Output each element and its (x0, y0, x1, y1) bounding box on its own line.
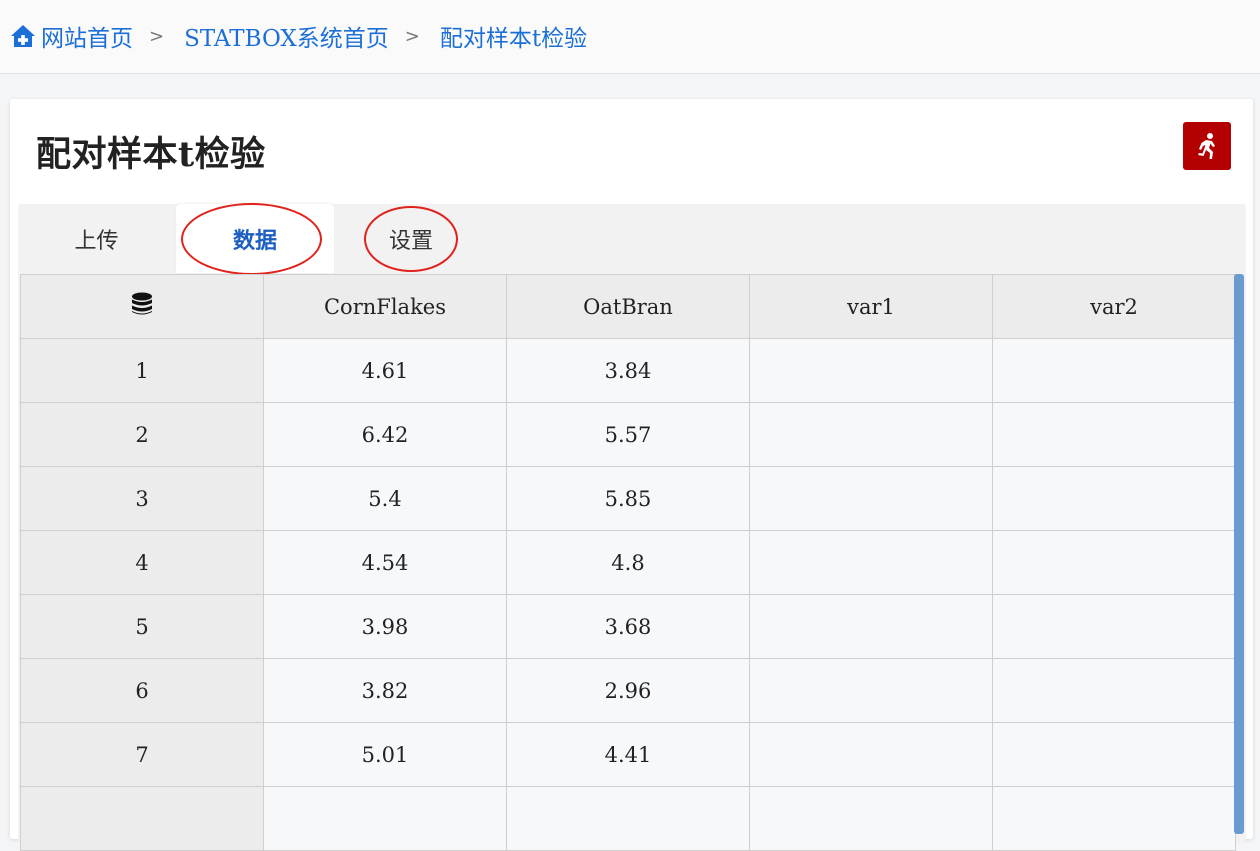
grid-cell[interactable] (506, 786, 750, 851)
table-row: 7 5.01 4.41 (20, 722, 1236, 787)
breadcrumb: 网站首页 > STATBOX系统首页 > 配对样本t检验 (10, 18, 587, 54)
grid-cell[interactable]: 3.84 (506, 338, 750, 403)
breadcrumb-home-link[interactable]: 网站首页 (41, 19, 133, 53)
grid-cell[interactable] (263, 786, 507, 851)
run-button[interactable] (1183, 122, 1231, 170)
grid-cell[interactable]: 2.96 (506, 658, 750, 723)
top-bar: 网站首页 > STATBOX系统首页 > 配对样本t检验 (0, 0, 1260, 74)
grid-cell[interactable] (992, 722, 1236, 787)
grid-cell[interactable] (749, 530, 993, 595)
table-row: 1 4.61 3.84 (20, 338, 1236, 403)
table-row (20, 786, 1236, 851)
row-index[interactable]: 6 (20, 658, 264, 723)
table-row: 3 5.4 5.85 (20, 466, 1236, 531)
breadcrumb-statbox-link[interactable]: STATBOX系统首页 (184, 19, 389, 53)
grid-cell[interactable]: 3.82 (263, 658, 507, 723)
running-man-icon (1198, 133, 1215, 159)
breadcrumb-separator: > (404, 25, 420, 47)
grid-cell[interactable] (992, 658, 1236, 723)
row-index[interactable]: 1 (20, 338, 264, 403)
grid-cell[interactable] (749, 722, 993, 787)
table-row: 4 4.54 4.8 (20, 530, 1236, 595)
grid-cell[interactable] (749, 466, 993, 531)
grid-cell[interactable] (992, 338, 1236, 403)
grid-cell[interactable]: 5.4 (263, 466, 507, 531)
data-grid: CornFlakes OatBran var1 var2 1 4.61 3.84… (20, 274, 1236, 851)
row-index[interactable]: 3 (20, 466, 264, 531)
breadcrumb-current-link[interactable]: 配对样本t检验 (440, 19, 587, 53)
column-header[interactable]: var1 (749, 274, 993, 339)
tab-settings[interactable]: 设置 (336, 204, 486, 273)
grid-cell[interactable]: 5.85 (506, 466, 750, 531)
grid-cell[interactable] (749, 402, 993, 467)
row-index[interactable]: 2 (20, 402, 264, 467)
tab-upload[interactable]: 上传 (18, 204, 175, 273)
grid-cell[interactable]: 4.41 (506, 722, 750, 787)
grid-cell[interactable]: 4.61 (263, 338, 507, 403)
row-index[interactable]: 4 (20, 530, 264, 595)
table-row: 2 6.42 5.57 (20, 402, 1236, 467)
breadcrumb-separator: > (149, 25, 165, 47)
column-header[interactable]: CornFlakes (263, 274, 507, 339)
vertical-scrollbar[interactable] (1234, 274, 1244, 834)
column-header[interactable]: OatBran (506, 274, 750, 339)
grid-cell[interactable] (749, 338, 993, 403)
grid-cell[interactable] (749, 658, 993, 723)
tab-data[interactable]: 数据 (176, 204, 334, 273)
table-row: 5 3.98 3.68 (20, 594, 1236, 659)
grid-cell[interactable]: 6.42 (263, 402, 507, 467)
table-row: 6 3.82 2.96 (20, 658, 1236, 723)
grid-cell[interactable]: 4.54 (263, 530, 507, 595)
grid-index-header (20, 274, 264, 339)
grid-cell[interactable]: 5.57 (506, 402, 750, 467)
tab-bar: 上传 数据 设置 (18, 204, 1246, 273)
grid-cell[interactable] (992, 530, 1236, 595)
grid-cell[interactable]: 5.01 (263, 722, 507, 787)
row-index[interactable] (20, 786, 264, 851)
grid-header-row: CornFlakes OatBran var1 var2 (20, 274, 1236, 339)
grid-cell[interactable] (992, 402, 1236, 467)
grid-cell[interactable]: 4.8 (506, 530, 750, 595)
database-icon (132, 292, 152, 315)
grid-cell[interactable] (992, 594, 1236, 659)
home-icon[interactable] (10, 24, 36, 48)
row-index[interactable]: 5 (20, 594, 264, 659)
grid-cell[interactable] (992, 786, 1236, 851)
row-index[interactable]: 7 (20, 722, 264, 787)
grid-cell[interactable] (749, 786, 993, 851)
grid-cell[interactable]: 3.68 (506, 594, 750, 659)
page-title: 配对样本t检验 (36, 134, 266, 175)
grid-cell[interactable] (749, 594, 993, 659)
grid-cell[interactable]: 3.98 (263, 594, 507, 659)
column-header[interactable]: var2 (992, 274, 1236, 339)
grid-cell[interactable] (992, 466, 1236, 531)
